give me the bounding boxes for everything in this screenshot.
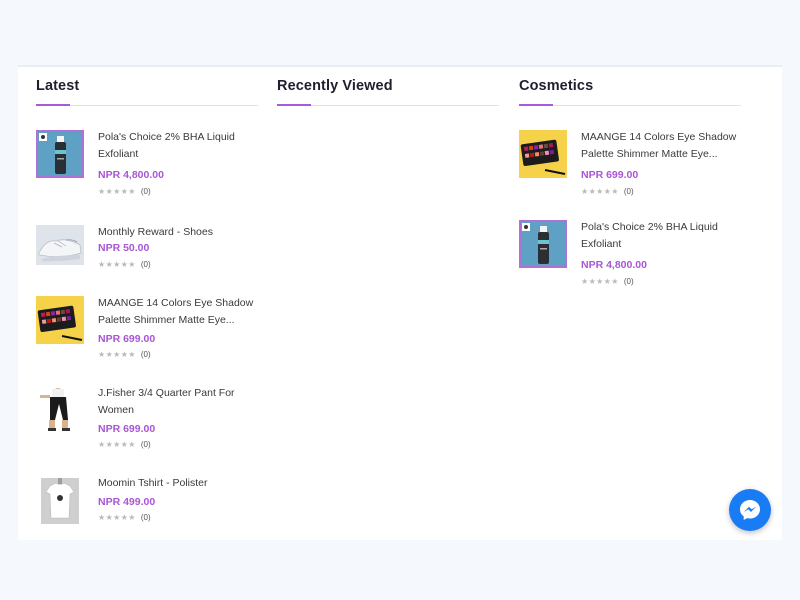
rating-stars-icon: ★★★★★ [98, 187, 136, 196]
eyeshadow-palette-icon [519, 130, 567, 178]
product-image[interactable] [519, 220, 567, 268]
review-count: (0) [140, 260, 151, 269]
review-count: (0) [140, 187, 151, 196]
review-count: (0) [623, 187, 634, 196]
product-name[interactable]: Monthly Reward - Shoes [98, 224, 258, 241]
product-rating: ★★★★★ (0) [98, 187, 151, 197]
rating-stars-icon: ★★★★★ [581, 277, 619, 286]
product-name[interactable]: Pola's Choice 2% BHA Liquid Exfoliant [581, 219, 741, 253]
rating-stars-icon: ★★★★★ [98, 350, 136, 359]
product-image[interactable] [36, 386, 84, 434]
title-accent-bar [519, 104, 553, 106]
messenger-chat-button[interactable] [729, 489, 771, 531]
product-rating: ★★★★★ (0) [581, 277, 634, 287]
product-price: NPR 699.00 [98, 333, 156, 345]
eyeshadow-palette-icon [36, 296, 84, 344]
rating-stars-icon: ★★★★★ [98, 440, 136, 449]
product-widgets-panel: Latest Pola's Choice 2% BHA Liquid Exfol… [18, 65, 782, 540]
product-price: NPR 499.00 [98, 496, 156, 508]
product-name[interactable]: MAANGE 14 Colors Eye Shadow Palette Shim… [98, 295, 258, 329]
rating-stars-icon: ★★★★★ [98, 260, 136, 269]
product-item[interactable]: MAANGE 14 Colors Eye Shadow Palette Shim… [519, 130, 741, 210]
product-item[interactable]: Monthly Reward - Shoes NPR 50.00 ★★★★★ (… [36, 225, 258, 305]
tshirt-icon [36, 476, 84, 524]
review-count: (0) [140, 513, 151, 522]
serum-bottle-icon [521, 222, 565, 266]
title-accent-bar [36, 104, 70, 106]
product-image[interactable] [36, 225, 84, 273]
product-name[interactable]: Pola's Choice 2% BHA Liquid Exfoliant [98, 129, 258, 163]
product-rating: ★★★★★ (0) [98, 513, 151, 523]
product-rating: ★★★★★ (0) [98, 260, 151, 270]
review-count: (0) [623, 277, 634, 286]
product-price: NPR 699.00 [581, 169, 639, 181]
product-item[interactable]: Pola's Choice 2% BHA Liquid Exfoliant NP… [519, 220, 741, 300]
product-rating: ★★★★★ (0) [581, 187, 634, 197]
review-count: (0) [140, 440, 151, 449]
product-image[interactable] [36, 130, 84, 178]
product-item[interactable]: J.Fisher 3/4 Quarter Pant For Women NPR … [36, 386, 258, 466]
serum-bottle-icon [38, 132, 82, 176]
product-rating: ★★★★★ (0) [98, 350, 151, 360]
rating-stars-icon: ★★★★★ [581, 187, 619, 196]
product-item[interactable]: Pola's Choice 2% BHA Liquid Exfoliant NP… [36, 130, 258, 210]
rating-stars-icon: ★★★★★ [98, 513, 136, 522]
review-count: (0) [140, 350, 151, 359]
product-image[interactable] [36, 476, 84, 524]
title-accent-bar [277, 104, 311, 106]
messenger-icon [740, 500, 760, 520]
product-image[interactable] [36, 296, 84, 344]
product-item[interactable]: Moomin Tshirt - Polister NPR 499.00 ★★★★… [36, 476, 258, 556]
product-price: NPR 699.00 [98, 423, 156, 435]
product-item[interactable]: MAANGE 14 Colors Eye Shadow Palette Shim… [36, 296, 258, 376]
product-image[interactable] [519, 130, 567, 178]
product-price: NPR 4,800.00 [581, 259, 647, 271]
product-price: NPR 50.00 [98, 242, 150, 254]
latest-title: Latest [36, 78, 80, 94]
product-name[interactable]: Moomin Tshirt - Polister [98, 475, 258, 492]
pants-icon [36, 386, 84, 434]
cosmetics-title: Cosmetics [519, 78, 594, 94]
recently-viewed-title: Recently Viewed [277, 78, 393, 94]
product-name[interactable]: J.Fisher 3/4 Quarter Pant For Women [98, 385, 258, 419]
product-name[interactable]: MAANGE 14 Colors Eye Shadow Palette Shim… [581, 129, 741, 163]
sneakers-icon [36, 225, 84, 265]
product-rating: ★★★★★ (0) [98, 440, 151, 450]
product-price: NPR 4,800.00 [98, 169, 164, 181]
